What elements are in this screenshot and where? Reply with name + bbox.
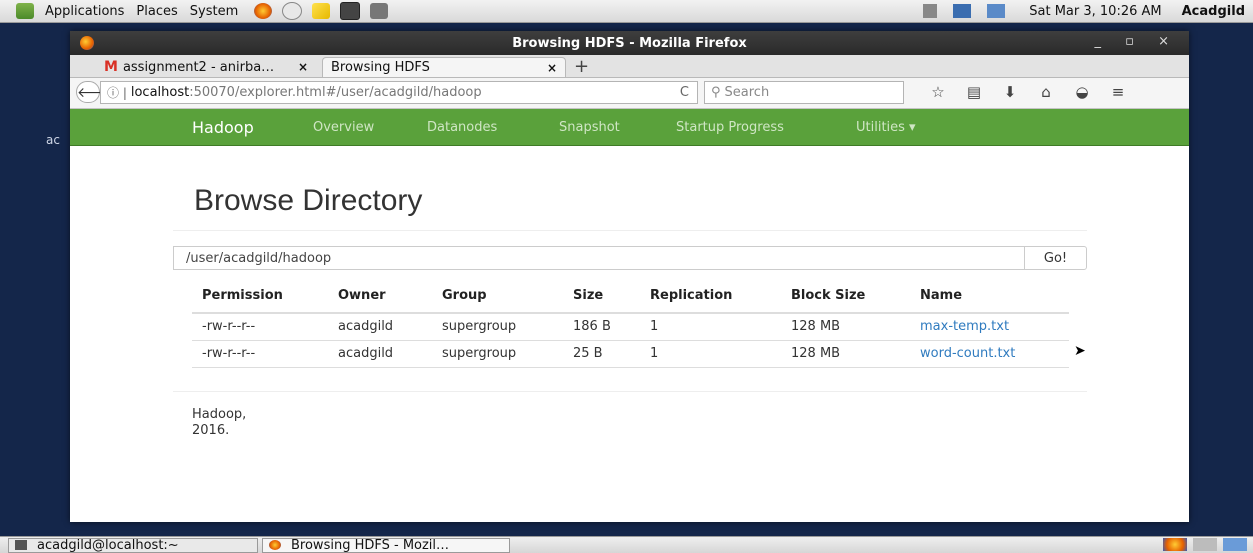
taskbar-terminal[interactable]: acadgild@localhost:~ [8, 537, 258, 553]
downloads-icon[interactable]: ⬇ [992, 83, 1028, 101]
directory-input[interactable] [173, 246, 1025, 270]
file-link-max-temp[interactable]: max-temp.txt [920, 319, 1009, 334]
nav-overview[interactable]: Overview [313, 120, 374, 135]
search-icon: ⚲ [711, 85, 721, 100]
firefox-launcher-icon[interactable] [254, 3, 273, 19]
header-name[interactable]: Name [920, 288, 962, 303]
search-bar[interactable]: ⚲ Search [704, 81, 904, 104]
cell-group: supergroup [442, 319, 517, 334]
header-permission[interactable]: Permission [202, 288, 283, 303]
nav-snapshot[interactable]: Snapshot [559, 120, 620, 135]
trash-icon[interactable] [1223, 538, 1247, 551]
footer-line: Hadoop, [192, 407, 247, 422]
reload-icon[interactable]: C [680, 85, 689, 100]
update-icon[interactable] [987, 4, 1006, 18]
notes-launcher-icon[interactable] [312, 3, 331, 19]
taskbar-tray [1157, 538, 1247, 551]
new-tab-button[interactable]: + [574, 56, 589, 77]
toolbar-icons: ☆ ▤ ⬇ ⌂ ◒ ≡ [920, 83, 1136, 101]
go-button[interactable]: Go! [1024, 246, 1087, 270]
tab-browsing-hdfs[interactable]: Browsing HDFS × [322, 57, 566, 77]
pocket-icon[interactable]: ◒ [1064, 83, 1100, 101]
search-placeholder: Search [724, 85, 770, 100]
page-footer: Hadoop, 2016. [192, 407, 282, 439]
close-tab-icon[interactable]: × [547, 61, 557, 75]
bookmark-star-icon[interactable]: ☆ [920, 83, 956, 101]
applications-icon[interactable] [16, 3, 34, 19]
cell-permission: -rw-r--r-- [202, 319, 256, 334]
cell-size: 25 B [573, 346, 603, 361]
url-host: localhost [130, 85, 190, 100]
cell-block-size: 128 MB [791, 346, 841, 361]
table-row: -rw-r--r-- acadgild supergroup 186 B 1 1… [192, 314, 1069, 341]
bottom-taskbar: acadgild@localhost:~ Browsing HDFS - Moz… [0, 536, 1253, 553]
gmail-icon: M [104, 59, 118, 75]
window-titlebar[interactable]: Browsing HDFS - Mozilla Firefox _ ▫ × [70, 31, 1189, 55]
workspace-switcher-icon[interactable] [1193, 538, 1217, 551]
mouse-pointer-icon: ➤ [1074, 343, 1086, 359]
email-launcher-icon[interactable] [282, 2, 303, 20]
window-title: Browsing HDFS - Mozilla Firefox [512, 35, 747, 51]
divider [173, 391, 1087, 392]
table-header-row: Permission Owner Group Size Replication … [192, 288, 1069, 314]
firefox-tray-icon[interactable] [1163, 538, 1187, 551]
places-menu[interactable]: Places [130, 4, 183, 19]
cell-owner: acadgild [338, 319, 394, 334]
tab-strip: M assignment2 - anirba… × Browsing HDFS … [70, 55, 1189, 78]
tab-label: Browsing HDFS [331, 60, 430, 75]
bookmarks-menu-icon[interactable]: ▤ [956, 83, 992, 101]
firefox-icon [269, 540, 281, 550]
site-info-icon[interactable]: ⓘ | [107, 84, 127, 101]
cell-permission: -rw-r--r-- [202, 346, 256, 361]
cell-owner: acadgild [338, 346, 394, 361]
cell-replication: 1 [650, 346, 659, 361]
clock[interactable]: Sat Mar 3, 10:26 AM [1013, 4, 1177, 19]
header-size[interactable]: Size [573, 288, 603, 303]
taskbar-label: acadgild@localhost:~ [37, 537, 179, 553]
header-replication[interactable]: Replication [650, 288, 732, 303]
volume-icon[interactable] [923, 4, 938, 18]
cell-group: supergroup [442, 346, 517, 361]
cell-replication: 1 [650, 319, 659, 334]
nav-utilities[interactable]: Utilities ▾ [856, 120, 916, 135]
footer-line: 2016. [192, 423, 230, 438]
tab-label: assignment2 - anirba… [122, 59, 275, 75]
navigation-toolbar: 🡐 ⓘ | localhost :50070/explorer.html#/us… [70, 78, 1189, 109]
header-group[interactable]: Group [442, 288, 487, 303]
window-controls[interactable]: _ ▫ × [1095, 34, 1179, 49]
desktop-icon-label: ac [46, 133, 60, 147]
user-name[interactable]: Acadgild [1178, 4, 1253, 19]
screenshot-launcher-icon[interactable] [370, 3, 389, 19]
firefox-window: Browsing HDFS - Mozilla Firefox _ ▫ × M … [70, 31, 1189, 522]
directory-table: Permission Owner Group Size Replication … [192, 288, 1069, 368]
divider [173, 230, 1087, 231]
taskbar-firefox[interactable]: Browsing HDFS - Mozil… [262, 537, 510, 553]
close-tab-icon[interactable]: × [298, 60, 308, 74]
nav-datanodes[interactable]: Datanodes [427, 120, 497, 135]
page-title: Browse Directory [194, 184, 423, 217]
table-row: -rw-r--r-- acadgild supergroup 25 B 1 12… [192, 341, 1069, 368]
hamburger-menu-icon[interactable]: ≡ [1100, 83, 1136, 101]
firefox-icon [80, 36, 94, 50]
url-bar[interactable]: ⓘ | localhost :50070/explorer.html#/user… [100, 81, 698, 104]
url-path: :50070/explorer.html#/user/acadgild/hado… [189, 85, 482, 100]
tab-gmail[interactable]: M assignment2 - anirba… × [96, 57, 316, 77]
cell-block-size: 128 MB [791, 319, 841, 334]
header-block-size[interactable]: Block Size [791, 288, 865, 303]
file-link-word-count[interactable]: word-count.txt [920, 346, 1015, 361]
terminal-launcher-icon[interactable] [340, 2, 361, 20]
system-menu[interactable]: System [184, 4, 244, 19]
network-icon[interactable] [953, 4, 972, 18]
cell-size: 186 B [573, 319, 611, 334]
back-button[interactable]: 🡐 [76, 81, 115, 103]
desktop-top-panel: Applications Places System Sat Mar 3, 10… [0, 0, 1253, 23]
nav-startup-progress[interactable]: Startup Progress [676, 120, 784, 135]
terminal-icon [15, 540, 27, 550]
header-owner[interactable]: Owner [338, 288, 386, 303]
taskbar-label: Browsing HDFS - Mozil… [291, 537, 450, 553]
home-icon[interactable]: ⌂ [1028, 83, 1064, 101]
applications-menu[interactable]: Applications [39, 4, 130, 19]
hadoop-navbar: Hadoop Overview Datanodes Snapshot Start… [70, 109, 1189, 146]
hadoop-brand[interactable]: Hadoop [192, 118, 254, 137]
